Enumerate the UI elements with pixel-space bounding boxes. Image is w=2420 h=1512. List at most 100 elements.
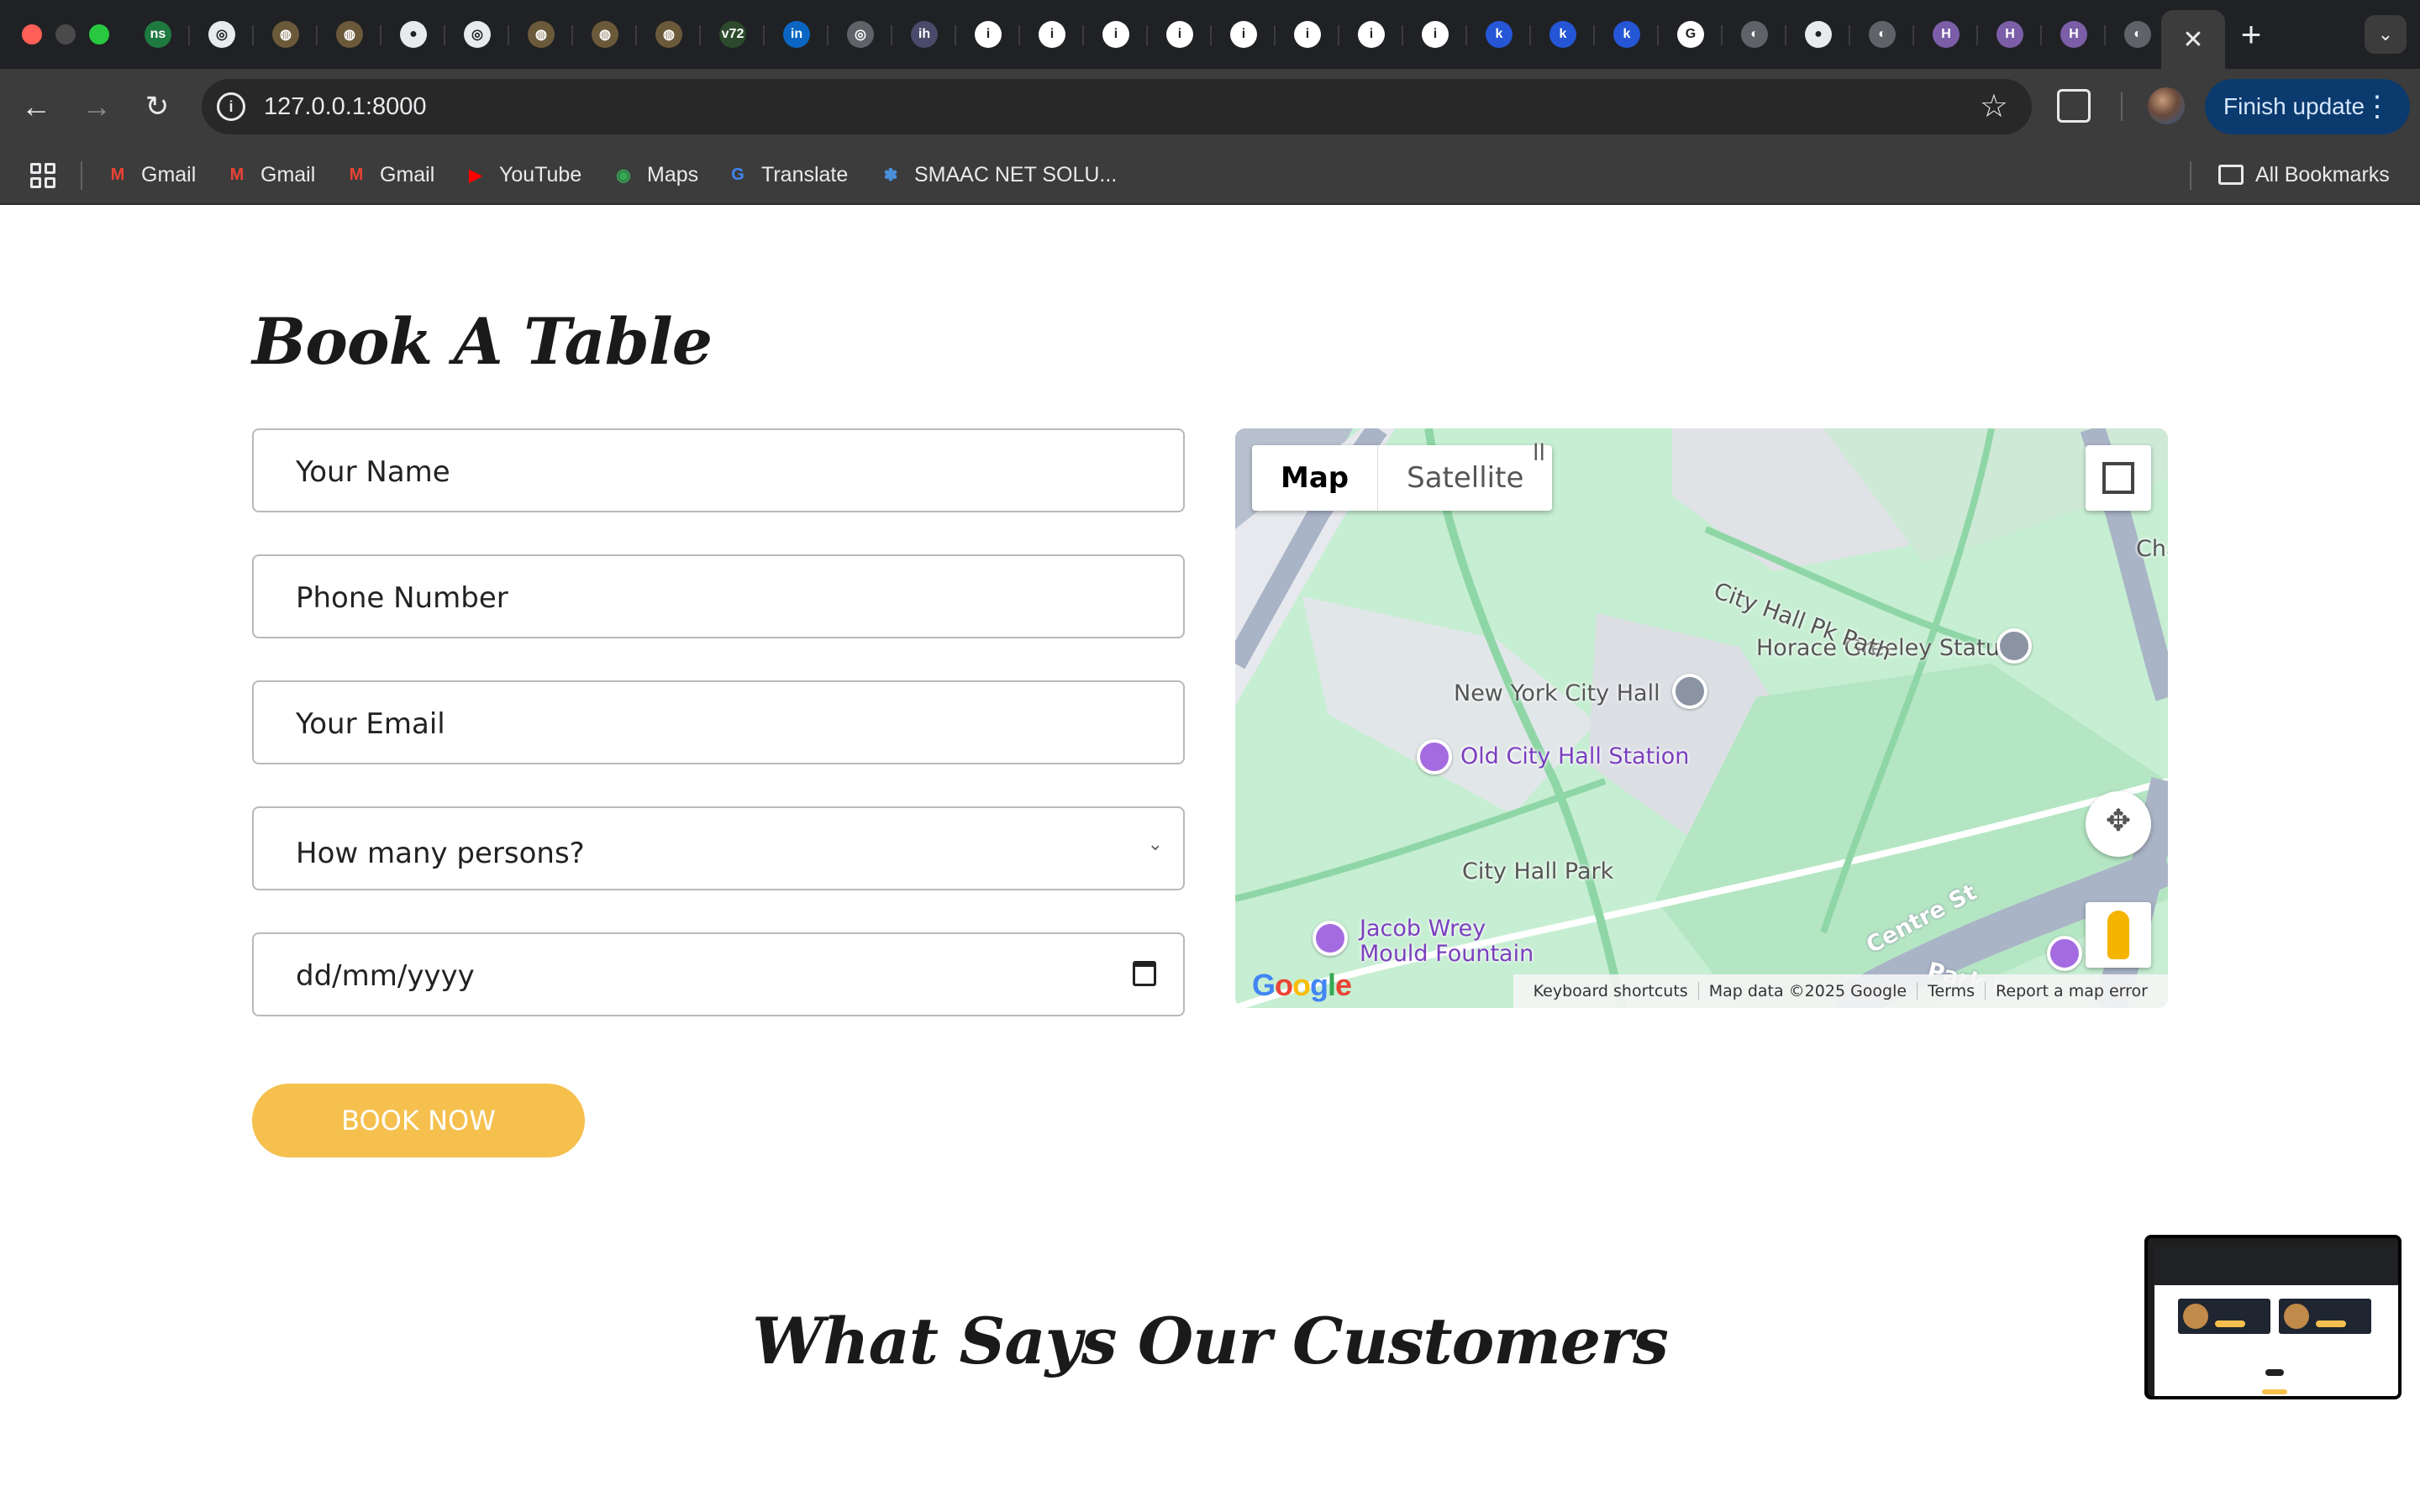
openai-icon: ◎ bbox=[208, 21, 235, 48]
browser-tab[interactable]: ◍ bbox=[573, 13, 637, 55]
bookmark-item[interactable]: ▶ YouTube bbox=[464, 160, 581, 190]
keyboard-shortcuts-link[interactable]: Keyboard shortcuts bbox=[1523, 982, 1699, 1000]
browser-tab[interactable]: ◍ bbox=[318, 13, 381, 55]
map-label-jacob-2: Mould Fountain bbox=[1360, 941, 1534, 967]
minimize-window-button[interactable] bbox=[55, 24, 76, 45]
city-hall-pin-icon[interactable] bbox=[1672, 674, 1707, 709]
phone-placeholder: Phone Number bbox=[296, 581, 508, 615]
browser-tab[interactable]: i bbox=[1276, 13, 1339, 55]
fullscreen-icon bbox=[2102, 462, 2134, 494]
preview-button bbox=[2262, 1389, 2287, 1394]
browser-tab[interactable]: ◍ bbox=[509, 13, 573, 55]
browser-tab[interactable]: i bbox=[1148, 13, 1212, 55]
pegman-button[interactable] bbox=[2086, 902, 2151, 968]
forward-button[interactable]: → bbox=[77, 87, 116, 126]
bookmark-label: YouTube bbox=[499, 162, 582, 186]
tab-search-button[interactable]: ⌄ bbox=[2365, 15, 2407, 54]
browser-tab[interactable]: ns bbox=[126, 13, 190, 55]
browser-tab[interactable]: i bbox=[1403, 13, 1467, 55]
globe-icon: ◐ bbox=[1741, 21, 1768, 48]
camera-control-button[interactable]: ✥ bbox=[2086, 791, 2151, 857]
station-pin-icon[interactable] bbox=[1417, 739, 1452, 774]
browser-tab[interactable]: ● bbox=[1786, 13, 1850, 55]
browser-tab[interactable]: H bbox=[1914, 13, 1978, 55]
map-attribution: Keyboard shortcuts Map data ©2025 Google… bbox=[1512, 974, 2168, 1008]
extensions-icon[interactable] bbox=[2057, 89, 2091, 123]
browser-tab[interactable]: i bbox=[1084, 13, 1148, 55]
calendar-icon[interactable] bbox=[1133, 961, 1156, 986]
browser-toolbar: ← → ↻ i 127.0.0.1:8000 ☆ Finish update ⋮ bbox=[0, 69, 2420, 144]
map-type-satellite-button[interactable]: Satellite bbox=[1378, 445, 1552, 511]
browser-tab[interactable]: k bbox=[1531, 13, 1595, 55]
finish-update-button[interactable]: Finish update ⋮ bbox=[2205, 79, 2410, 134]
browser-tab[interactable]: H bbox=[1978, 13, 2042, 55]
google-map[interactable]: Map Satellite ✥ New York City Hall Old C… bbox=[1235, 428, 2168, 1008]
browser-tab[interactable]: i bbox=[1020, 13, 1084, 55]
ring-icon: ◍ bbox=[592, 21, 618, 48]
ring-icon: ◍ bbox=[528, 21, 555, 48]
book-now-button[interactable]: BOOK NOW bbox=[252, 1084, 585, 1158]
fountain-pin-icon[interactable] bbox=[1313, 921, 1348, 956]
bookmark-item[interactable]: M Gmail bbox=[345, 160, 435, 190]
email-input[interactable]: Your Email bbox=[252, 680, 1185, 764]
report-error-link[interactable]: Report a map error bbox=[1986, 982, 2158, 1000]
phone-input[interactable]: Phone Number bbox=[252, 554, 1185, 638]
poi-pin-icon[interactable] bbox=[2047, 936, 2082, 971]
browser-tab[interactable]: ◍ bbox=[254, 13, 318, 55]
name-input[interactable]: Your Name bbox=[252, 428, 1185, 512]
bookmark-item[interactable]: ◉ Maps bbox=[612, 160, 698, 190]
map-type-map-button[interactable]: Map bbox=[1252, 445, 1379, 511]
tab-active[interactable]: ✕ bbox=[2161, 10, 2225, 69]
persons-select[interactable]: How many persons? ⌄ bbox=[252, 806, 1185, 890]
bookmark-item[interactable]: M Gmail bbox=[225, 160, 316, 190]
all-bookmarks-button[interactable]: All Bookmarks bbox=[2218, 160, 2390, 190]
browser-tab[interactable]: ◎ bbox=[445, 13, 509, 55]
youtube-icon: ▶ bbox=[469, 165, 482, 185]
browser-tab[interactable]: i bbox=[1339, 13, 1403, 55]
fullscreen-button[interactable] bbox=[2086, 445, 2151, 511]
date-input[interactable]: dd/mm/yyyy bbox=[252, 932, 1185, 1016]
new-tab-button[interactable]: + bbox=[2230, 13, 2272, 55]
preview-card bbox=[2279, 1299, 2371, 1334]
browser-tab[interactable]: ◎ bbox=[829, 13, 892, 55]
browser-tab[interactable]: G bbox=[1659, 13, 1723, 55]
browser-tab[interactable]: ◐ bbox=[1723, 13, 1786, 55]
terms-link[interactable]: Terms bbox=[1918, 982, 1986, 1000]
bookmark-item[interactable]: G Translate bbox=[726, 160, 848, 190]
preview-card bbox=[2178, 1299, 2270, 1334]
h-icon: H bbox=[2060, 21, 2087, 48]
browser-tab[interactable]: H bbox=[2042, 13, 2106, 55]
bookmark-star-icon[interactable]: ☆ bbox=[1980, 87, 2008, 126]
reload-button[interactable]: ↻ bbox=[138, 87, 176, 126]
browser-tab[interactable]: i bbox=[956, 13, 1020, 55]
site-info-icon[interactable]: i bbox=[217, 92, 245, 121]
bookmark-item[interactable]: M Gmail bbox=[106, 160, 197, 190]
testimonials-heading: What Says Our Customers bbox=[752, 1304, 1669, 1378]
browser-tab[interactable]: ih bbox=[892, 13, 956, 55]
browser-tab[interactable]: k bbox=[1595, 13, 1659, 55]
browser-tab[interactable]: ◐ bbox=[2106, 13, 2170, 55]
apps-grid-icon[interactable] bbox=[30, 163, 55, 188]
bookmarks-divider bbox=[2190, 161, 2191, 190]
browser-tab[interactable]: ◐ bbox=[1850, 13, 1914, 55]
browser-tab[interactable]: v72 bbox=[701, 13, 765, 55]
back-button[interactable]: ← bbox=[17, 87, 55, 126]
close-window-button[interactable] bbox=[22, 24, 42, 45]
browser-tab[interactable]: ● bbox=[381, 13, 445, 55]
close-tab-icon[interactable]: ✕ bbox=[2182, 25, 2203, 55]
browser-tab[interactable]: ◎ bbox=[190, 13, 254, 55]
toolbar-divider bbox=[2121, 92, 2123, 121]
ns-icon: ns bbox=[145, 21, 171, 48]
address-bar[interactable]: i 127.0.0.1:8000 ☆ bbox=[202, 79, 2032, 134]
picture-in-picture-preview[interactable] bbox=[2144, 1235, 2402, 1399]
menu-dots-icon[interactable]: ⋮ bbox=[2363, 79, 2391, 134]
bookmark-item[interactable]: ✽ SMAAC NET SOLU... bbox=[879, 160, 1118, 190]
browser-tab[interactable]: i bbox=[1212, 13, 1276, 55]
profile-avatar[interactable] bbox=[2148, 87, 2185, 124]
url-text[interactable]: 127.0.0.1:8000 bbox=[264, 91, 427, 123]
browser-tab[interactable]: ◍ bbox=[637, 13, 701, 55]
browser-tab[interactable]: k bbox=[1467, 13, 1531, 55]
statue-pin-icon[interactable] bbox=[1996, 628, 2032, 664]
browser-tab[interactable]: in bbox=[765, 13, 829, 55]
maximize-window-button[interactable] bbox=[89, 24, 109, 45]
